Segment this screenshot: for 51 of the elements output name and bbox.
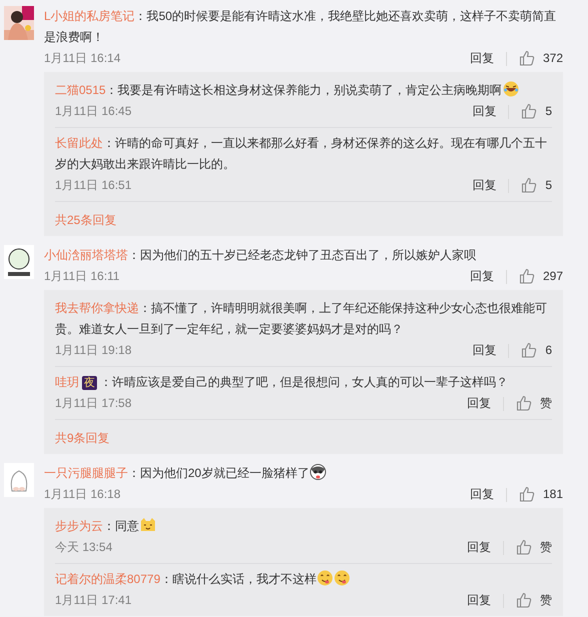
like-button[interactable]: 赞 (516, 590, 552, 611)
reply-text: 二猫0515：我要是有许晴这长相这身材这保养能力，别说卖萌了，肯定公主病晚期啊 (55, 80, 552, 101)
emoji-icon (140, 517, 156, 533)
reply-link[interactable]: 回复 (470, 484, 494, 505)
like-button[interactable]: 5 (521, 101, 552, 122)
thumbs-up-icon (521, 177, 538, 194)
like-button[interactable]: 赞 (516, 537, 552, 558)
thumbs-up-icon (521, 103, 538, 120)
reply-link[interactable]: 回复 (470, 266, 494, 287)
comment-text: L小姐的私房笔记：我50的时候要是能有许晴这水准，我绝壁比她还喜欢卖萌，这样子不卖萌简直是浪费啊！ (44, 8, 558, 46)
emoji-icon (502, 81, 519, 97)
reply-link[interactable]: 回复 (472, 175, 496, 196)
reply-text: 步步为云：同意 (55, 516, 552, 537)
thumbs-up-icon (516, 592, 532, 609)
timestamp: 1月11日 17:41 (55, 592, 132, 609)
thumbs-up-icon (516, 539, 532, 556)
thumbs-up-icon (516, 395, 532, 412)
reply-link[interactable]: 回复 (467, 393, 491, 414)
reply-link[interactable]: 回复 (467, 590, 491, 611)
like-button[interactable]: 赞 (516, 393, 552, 414)
reply-text: 记着尔的温柔80779：瞎说什么实话，我才不这样 (55, 569, 552, 590)
reply-link[interactable]: 回复 (472, 101, 496, 122)
like-button[interactable]: 181 (518, 484, 563, 505)
comment-text: 一只污腿腿腿子：因为他们20岁就已经一脸猪样了 (44, 463, 563, 484)
comment-text: 小仙浛丽塔塔塔：因为他们的五十岁已经老态龙钟了丑态百出了，所以嫉妒人家呗 (44, 247, 477, 264)
reply-text: 哇玥 夜 ：许晴应该是爱自己的典型了吧，但是很想问，女人真的可以一辈子这样吗？ (55, 374, 509, 392)
like-button[interactable]: 6 (521, 340, 552, 361)
reply-link[interactable]: 回复 (467, 537, 491, 558)
like-button[interactable]: 297 (518, 266, 563, 287)
reply-text: 我去帮你拿快递：搞不懂了，许晴明明就很美啊，上了年纪还能保持这种少女心态也很难能可贵。难道女人一旦到了一定年纪，就一定要婆婆妈妈才是对的吗？ (55, 300, 548, 338)
thumbs-up-icon (518, 268, 535, 285)
emoji-icon (310, 464, 326, 480)
thumbs-up-icon (521, 342, 538, 359)
timestamp: 1月11日 17:58 (55, 395, 132, 412)
emoji-icon (334, 570, 350, 586)
timestamp: 1月11日 16:14 (44, 50, 120, 67)
vip-badge: 夜 (82, 376, 97, 390)
like-button[interactable]: 5 (521, 175, 552, 196)
like-button[interactable]: 372 (518, 48, 563, 69)
emoji-icon (317, 570, 334, 586)
reply-link[interactable]: 回复 (472, 340, 496, 361)
timestamp: 1月11日 16:18 (44, 486, 120, 503)
timestamp: 1月11日 19:18 (55, 342, 132, 359)
thumbs-up-icon (518, 50, 535, 67)
thumbs-up-icon (518, 486, 535, 503)
reply-text: 长留此处：许晴的命可真好，一直以来都那么好看，身材还保养的这么好。现在有哪几个五十岁的大妈敢出来跟许晴比一比的。 (55, 135, 548, 173)
timestamp: 1月11日 16:45 (55, 103, 132, 120)
timestamp: 1月11日 16:51 (55, 177, 132, 194)
timestamp: 1月11日 16:11 (44, 268, 120, 285)
timestamp: 今天 13:54 (55, 539, 112, 556)
reply-link[interactable]: 回复 (470, 48, 494, 69)
